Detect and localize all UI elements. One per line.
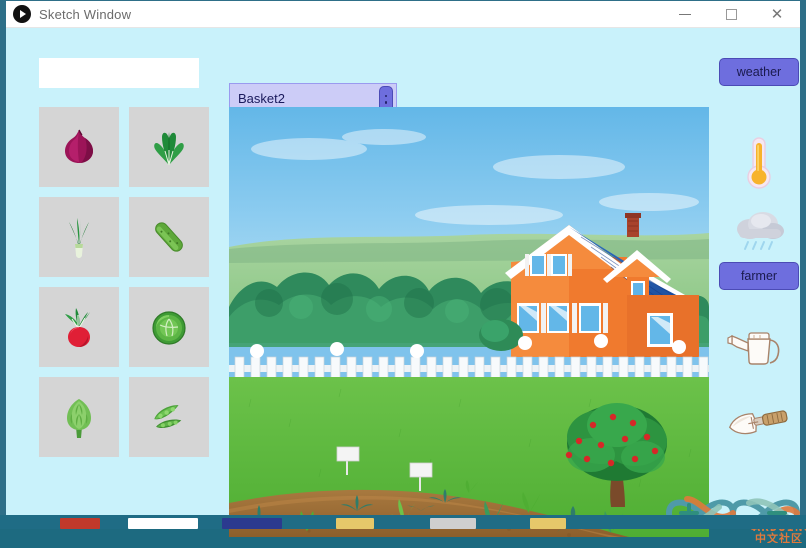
veg-cell-cucumber[interactable] (129, 197, 209, 277)
thermometer-icon (747, 137, 771, 189)
veg-cell-green-onion[interactable] (39, 197, 119, 277)
watering-can-icon-wrap[interactable] (722, 318, 792, 380)
window-controls: ✕ (662, 1, 800, 28)
client-area: Basket2 weather farmer 中文社区 (6, 28, 806, 545)
watering-can-icon (727, 332, 780, 365)
desktop-taskbar[interactable] (0, 515, 806, 529)
farmer-button[interactable]: farmer (719, 262, 799, 290)
trowel-icon-wrap[interactable] (722, 390, 792, 452)
pea-pods-icon (154, 405, 182, 429)
minimize-button[interactable] (662, 1, 708, 28)
maximize-button[interactable] (708, 1, 754, 28)
name-input[interactable] (39, 58, 199, 88)
rain-drops (744, 241, 773, 250)
thermometer-icon-wrap[interactable] (724, 132, 794, 194)
taskbar-item-1[interactable] (60, 518, 100, 529)
weather-button[interactable]: weather (719, 58, 799, 86)
taskbar-item-5[interactable] (430, 518, 476, 529)
taskbar-item-2[interactable] (128, 518, 198, 529)
title-bar: Sketch Window ✕ (6, 1, 800, 28)
rain-cloud-icon (737, 212, 784, 250)
spinach-icon (154, 132, 184, 166)
watermark-subtitle: 中文社区 (755, 531, 803, 543)
vegetable-palette (39, 107, 209, 457)
taskbar-item-3[interactable] (222, 518, 282, 529)
trowel-icon (728, 410, 788, 435)
farm-scene (229, 107, 709, 537)
green-onion-icon (69, 218, 89, 258)
veg-cell-red-onion[interactable] (39, 107, 119, 187)
artichoke-icon (67, 399, 91, 438)
cucumber-icon (155, 222, 183, 252)
close-icon: ✕ (770, 5, 784, 23)
play-circle-icon (13, 5, 31, 23)
veg-cell-cabbage[interactable] (129, 287, 209, 367)
rain-cloud-icon-wrap[interactable] (724, 200, 794, 262)
sketch-window: Sketch Window ✕ Basket2 weather farmer 中… (0, 0, 806, 545)
minimize-icon (679, 13, 691, 16)
basket-field-value: Basket2 (238, 90, 285, 106)
red-onion-icon (65, 129, 93, 163)
window-title: Sketch Window (39, 6, 132, 22)
close-button[interactable]: ✕ (754, 1, 800, 28)
cabbage-icon (152, 311, 186, 345)
veg-cell-pea-pods[interactable] (129, 377, 209, 457)
farm-scene-canvas[interactable] (229, 107, 709, 537)
veg-cell-spinach[interactable] (129, 107, 209, 187)
taskbar-item-6[interactable] (530, 518, 566, 529)
maximize-icon (725, 9, 737, 20)
veg-cell-artichoke[interactable] (39, 377, 119, 457)
veg-cell-radish[interactable] (39, 287, 119, 367)
radish-icon (65, 308, 90, 347)
taskbar-item-4[interactable] (336, 518, 374, 529)
